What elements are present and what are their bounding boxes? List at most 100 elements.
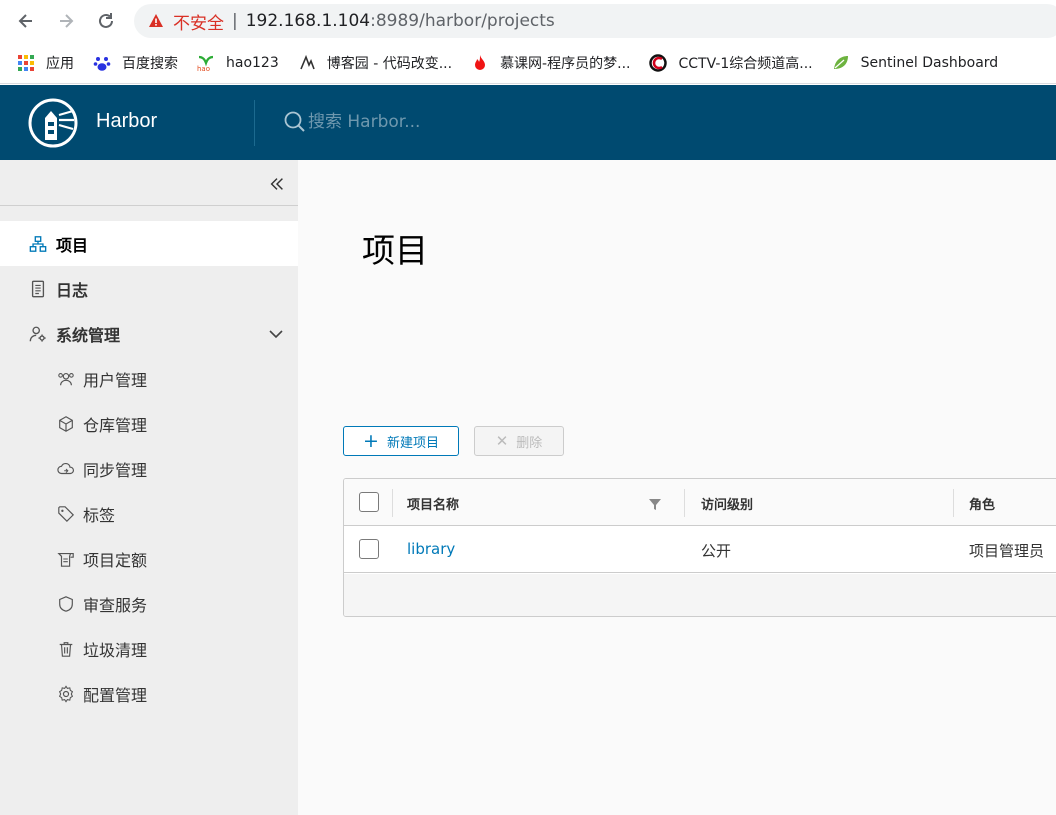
sidebar-item-configuration[interactable]: 配置管理 (0, 671, 298, 716)
baidu-paw-icon (92, 53, 112, 73)
delete-button[interactable]: ✕ 删除 (474, 426, 564, 456)
bookmark-label: 慕课网-程序员的梦... (500, 55, 631, 72)
header-divider (254, 100, 255, 146)
warning-triangle-icon (149, 14, 163, 27)
bookmark-imooc[interactable]: 慕课网-程序员的梦... (470, 53, 630, 73)
cctv-icon (648, 53, 668, 73)
gear-icon (56, 684, 76, 704)
sentinel-leaf-icon (831, 53, 851, 73)
bookmark-baidu[interactable]: 百度搜索 (92, 53, 178, 73)
select-all-checkbox[interactable] (359, 492, 379, 512)
bookmark-cnblogs[interactable]: 博客园 - 代码改变... (297, 53, 452, 73)
role-cell: 项目管理员 (969, 542, 1045, 560)
insecure-label: 不安全 (173, 13, 224, 34)
column-header-project-name[interactable]: 项目名称 (407, 494, 459, 513)
sidebar-item-garbage-collection[interactable]: 垃圾清理 (0, 626, 298, 671)
plus-icon: + (363, 429, 379, 452)
bookmark-apps[interactable]: 应用 (16, 53, 74, 73)
browser-toolbar: 不安全 | 192.168.1.104:8989/harbor/projects (0, 0, 1056, 42)
sidebar-item-replications[interactable]: 同步管理 (0, 446, 298, 491)
column-divider (684, 489, 685, 517)
harbor-logo-icon[interactable] (28, 98, 78, 148)
new-project-label: 新建项目 (386, 435, 439, 451)
tag-icon (56, 504, 76, 524)
close-icon: ✕ (495, 431, 509, 450)
back-button[interactable] (14, 9, 38, 33)
users-icon (56, 369, 76, 389)
bookmark-label: CCTV-1综合频道高... (678, 55, 813, 72)
quota-icon (56, 549, 76, 569)
cnblogs-icon (297, 53, 317, 73)
bookmark-label: 百度搜索 (122, 55, 178, 72)
sidebar-item-label: 用户管理 (83, 370, 148, 390)
sidebar-divider (0, 205, 298, 206)
bookmark-sentinel[interactable]: Sentinel Dashboard (831, 53, 999, 73)
bookmark-label: 博客园 - 代码改变... (326, 55, 453, 72)
sidebar-item-logs[interactable]: 日志 (0, 266, 298, 311)
sidebar-item-label: 项目定额 (83, 550, 148, 570)
bookmark-label: Sentinel Dashboard (860, 54, 999, 71)
column-header-role[interactable]: 角色 (969, 494, 995, 513)
main-content: 项目 + 新建项目 ✕ 删除 项目名称 访问级别 角色 library 公开 项… (298, 160, 1056, 815)
project-tree-icon (28, 234, 48, 254)
shield-icon (56, 594, 76, 614)
project-name-link[interactable]: library (407, 540, 455, 558)
arrow-left-icon (18, 14, 32, 28)
registry-box-icon (56, 414, 76, 434)
sidebar-item-interrogation-services[interactable]: 审查服务 (0, 581, 298, 626)
sidebar-item-administration[interactable]: 系统管理 (0, 311, 298, 356)
filter-icon[interactable] (649, 498, 661, 510)
sidebar-item-label: 标签 (83, 505, 116, 525)
sidebar-item-quotas[interactable]: 项目定额 (0, 536, 298, 581)
reload-button[interactable] (94, 9, 118, 33)
imooc-flame-icon (470, 53, 490, 73)
new-project-button[interactable]: + 新建项目 (343, 426, 459, 456)
search-icon (284, 111, 305, 132)
sidebar: 项目 日志 系统管理 用户管理 仓库管理 同步管理 标签 项目定额 审查服务 垃… (0, 160, 298, 815)
forward-button[interactable] (54, 9, 78, 33)
brand-name[interactable]: Harbor (96, 110, 157, 133)
sidebar-item-label: 系统管理 (56, 325, 121, 345)
column-divider (953, 489, 954, 517)
hao123-icon: hao (196, 53, 216, 73)
reload-icon (99, 13, 113, 28)
bookmark-label: hao123 (226, 54, 279, 71)
bookmarks-bar: 应用 百度搜索 hao hao123 博客园 - 代码改变... 慕课网-程序员… (0, 42, 1056, 84)
admin-user-gear-icon (28, 324, 48, 344)
sidebar-item-registries[interactable]: 仓库管理 (0, 401, 298, 446)
apps-grid-icon (16, 53, 36, 73)
page-title: 项目 (362, 231, 428, 270)
url-host: 192.168.1.104 (245, 11, 371, 31)
sidebar-item-label: 垃圾清理 (83, 640, 148, 660)
sidebar-collapse-button[interactable] (266, 173, 288, 195)
app-header: Harbor (0, 85, 1056, 160)
sidebar-item-labels[interactable]: 标签 (0, 491, 298, 536)
svg-text:hao: hao (197, 65, 210, 72)
url-path: :8989/harbor/projects (370, 11, 555, 31)
trash-icon (56, 639, 76, 659)
address-bar[interactable]: 不安全 | 192.168.1.104:8989/harbor/projects (134, 4, 1056, 38)
bookmark-hao123[interactable]: hao hao123 (196, 53, 279, 73)
sidebar-item-users[interactable]: 用户管理 (0, 356, 298, 401)
sidebar-item-label: 项目 (56, 235, 89, 255)
delete-label: 删除 (516, 435, 543, 451)
sidebar-item-label: 仓库管理 (83, 415, 148, 435)
chevron-down-icon (269, 330, 283, 339)
projects-datagrid: 项目名称 访问级别 角色 library 公开 项目管理员 (343, 478, 1056, 617)
column-divider (392, 489, 393, 517)
sidebar-item-label: 审查服务 (83, 595, 148, 615)
url-separator: | (232, 11, 238, 31)
double-chevron-left-icon (270, 178, 283, 190)
bookmark-label: 应用 (46, 55, 74, 72)
bookmark-cctv[interactable]: CCTV-1综合频道高... (648, 53, 813, 73)
sidebar-item-projects[interactable]: 项目 (0, 221, 298, 266)
global-search-input[interactable] (308, 107, 608, 137)
row-checkbox[interactable] (359, 539, 379, 559)
arrow-right-icon (60, 14, 74, 28)
datagrid-footer (344, 574, 1056, 616)
column-header-access-level[interactable]: 访问级别 (701, 494, 753, 513)
cloud-sync-icon (56, 459, 76, 479)
access-level-cell: 公开 (701, 542, 732, 560)
log-document-icon (28, 279, 48, 299)
sidebar-item-label: 同步管理 (83, 460, 148, 480)
